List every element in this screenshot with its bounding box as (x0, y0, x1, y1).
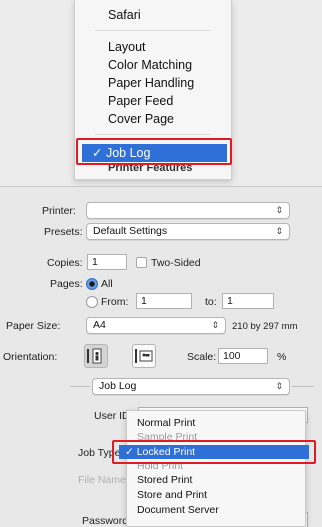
password-label: Password (82, 515, 129, 527)
pages-from-input[interactable]: 1 (136, 293, 192, 309)
scale-percent: % (277, 351, 287, 363)
menu-item-safari[interactable]: Safari (108, 8, 141, 22)
pages-all-radio[interactable] (86, 278, 98, 290)
chevron-updown-icon: ⇕ (275, 205, 283, 215)
user-id-label: User ID (94, 410, 130, 422)
pages-label: Pages: (50, 278, 83, 290)
copies-input[interactable]: 1 (87, 254, 127, 270)
section-popup[interactable]: Job Log ⇕ (92, 378, 290, 395)
paper-size-value: A4 (93, 319, 106, 331)
pages-range-radio[interactable] (86, 296, 98, 308)
divider (292, 386, 314, 387)
pages-to-label: to: (205, 296, 217, 308)
job-type-dropdown[interactable]: Normal Print Sample Print ✓ Locked Print… (119, 410, 309, 527)
paper-size-dimensions: 210 by 297 mm (232, 321, 298, 332)
pages-to-input[interactable]: 1 (222, 293, 274, 309)
menu-item-layout[interactable]: Layout (108, 40, 146, 54)
landscape-icon (135, 349, 153, 363)
printer-label: Printer: (42, 205, 76, 217)
section-value: Job Log (99, 380, 137, 392)
orientation-label: Orientation: (3, 351, 58, 363)
scale-input[interactable]: 100 (218, 348, 268, 364)
pages-all-label: All (101, 278, 113, 290)
chevron-updown-icon: ⇕ (211, 320, 219, 330)
menu-item-paper-feed[interactable]: Paper Feed (108, 94, 173, 108)
menu-item-color-matching[interactable]: Color Matching (108, 58, 192, 72)
paper-size-popup[interactable]: A4 ⇕ (86, 317, 226, 334)
menu-item-paper-handling[interactable]: Paper Handling (108, 76, 194, 90)
two-sided-checkbox[interactable] (136, 257, 147, 268)
callout-box-locked-print (112, 440, 316, 464)
presets-value: Default Settings (93, 225, 168, 237)
pages-from-label: From: (101, 296, 129, 308)
job-type-option-document-server[interactable]: Document Server (137, 504, 219, 516)
menu-item-cover-page[interactable]: Cover Page (108, 112, 174, 126)
callout-box-job-log (76, 138, 232, 165)
presets-popup[interactable]: Default Settings ⇕ (86, 223, 290, 240)
copies-label: Copies: (47, 257, 83, 269)
job-type-option-stored-print[interactable]: Stored Print (137, 474, 192, 486)
job-type-option-store-and-print[interactable]: Store and Print (137, 489, 207, 501)
menu-separator (95, 30, 211, 31)
scale-label: Scale: (187, 351, 217, 363)
landscape-button[interactable] (132, 344, 156, 368)
paper-size-label: Paper Size: (6, 320, 61, 332)
file-name-label: File Name (78, 474, 126, 486)
printer-popup[interactable]: ⇕ (86, 202, 290, 219)
chevron-updown-icon: ⇕ (275, 226, 283, 236)
divider (70, 386, 90, 387)
menu-separator (95, 134, 211, 135)
portrait-icon (87, 348, 102, 364)
portrait-button[interactable] (84, 344, 108, 368)
chevron-updown-icon: ⇕ (275, 381, 283, 391)
presets-label: Presets: (44, 226, 83, 238)
two-sided-label: Two-Sided (151, 257, 201, 269)
job-type-option-normal-print[interactable]: Normal Print (137, 417, 195, 429)
